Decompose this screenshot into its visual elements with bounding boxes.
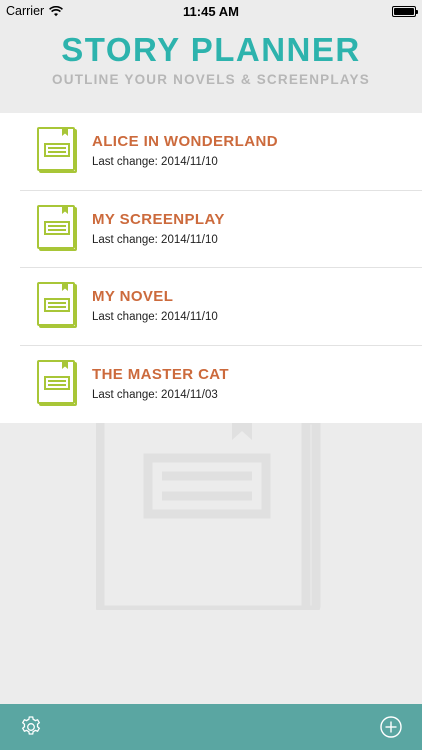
app-screen: Carrier 11:45 AM STORY PLANNER OUTLINE Y… <box>0 0 422 750</box>
story-text: ALICE IN WONDERLAND Last change: 2014/11… <box>92 133 278 169</box>
battery-icon <box>391 5 418 17</box>
story-title: MY SCREENPLAY <box>92 210 225 228</box>
background-book-icon <box>96 405 321 610</box>
status-right <box>296 5 418 17</box>
app-title: STORY PLANNER <box>61 31 361 68</box>
story-row[interactable]: MY SCREENPLAY Last change: 2014/11/10 <box>0 191 422 269</box>
story-last-change: Last change: 2014/11/10 <box>92 156 218 168</box>
carrier-label: Carrier <box>6 4 45 18</box>
story-title: MY NOVEL <box>92 288 174 305</box>
story-last-change: Last change: 2014/11/10 <box>92 311 218 323</box>
app-subtitle: OUTLINE YOUR NOVELS & SCREENPLAYS <box>52 72 370 87</box>
add-circle-icon <box>380 716 402 738</box>
settings-gear-icon <box>21 716 41 735</box>
story-title: THE MASTER CAT <box>92 365 229 383</box>
battery-fill <box>393 7 414 15</box>
story-text: THE MASTER CAT Last change: 2014/11/03 <box>92 366 229 402</box>
book-icon <box>37 204 77 251</box>
story-list: ALICE IN WONDERLAND Last change: 2014/11… <box>0 113 422 423</box>
status-bar: Carrier 11:45 AM <box>0 0 422 22</box>
story-row[interactable]: MY NOVEL Last change: 2014/11/10 <box>0 268 422 346</box>
header: STORY PLANNER OUTLINE YOUR NOVELS & SCRE… <box>0 30 422 87</box>
status-time: 11:45 AM <box>183 3 239 19</box>
story-row[interactable]: THE MASTER CAT Last change: 2014/11/03 <box>0 346 422 424</box>
book-icon <box>37 127 77 173</box>
story-last-change: Last change: 2014/11/10 <box>92 233 218 246</box>
story-last-change: Last change: 2014/11/03 <box>92 388 218 401</box>
bottom-toolbar <box>0 704 422 750</box>
add-story-button[interactable] <box>378 714 404 740</box>
story-title: ALICE IN WONDERLAND <box>92 133 278 150</box>
settings-button[interactable] <box>18 714 44 740</box>
story-text: MY SCREENPLAY Last change: 2014/11/10 <box>92 211 225 247</box>
book-icon <box>37 359 77 406</box>
status-left: Carrier <box>6 4 126 18</box>
wifi-icon <box>49 5 64 16</box>
book-icon <box>37 282 77 328</box>
story-text: MY NOVEL Last change: 2014/11/10 <box>92 288 218 324</box>
story-row[interactable]: ALICE IN WONDERLAND Last change: 2014/11… <box>0 113 422 191</box>
